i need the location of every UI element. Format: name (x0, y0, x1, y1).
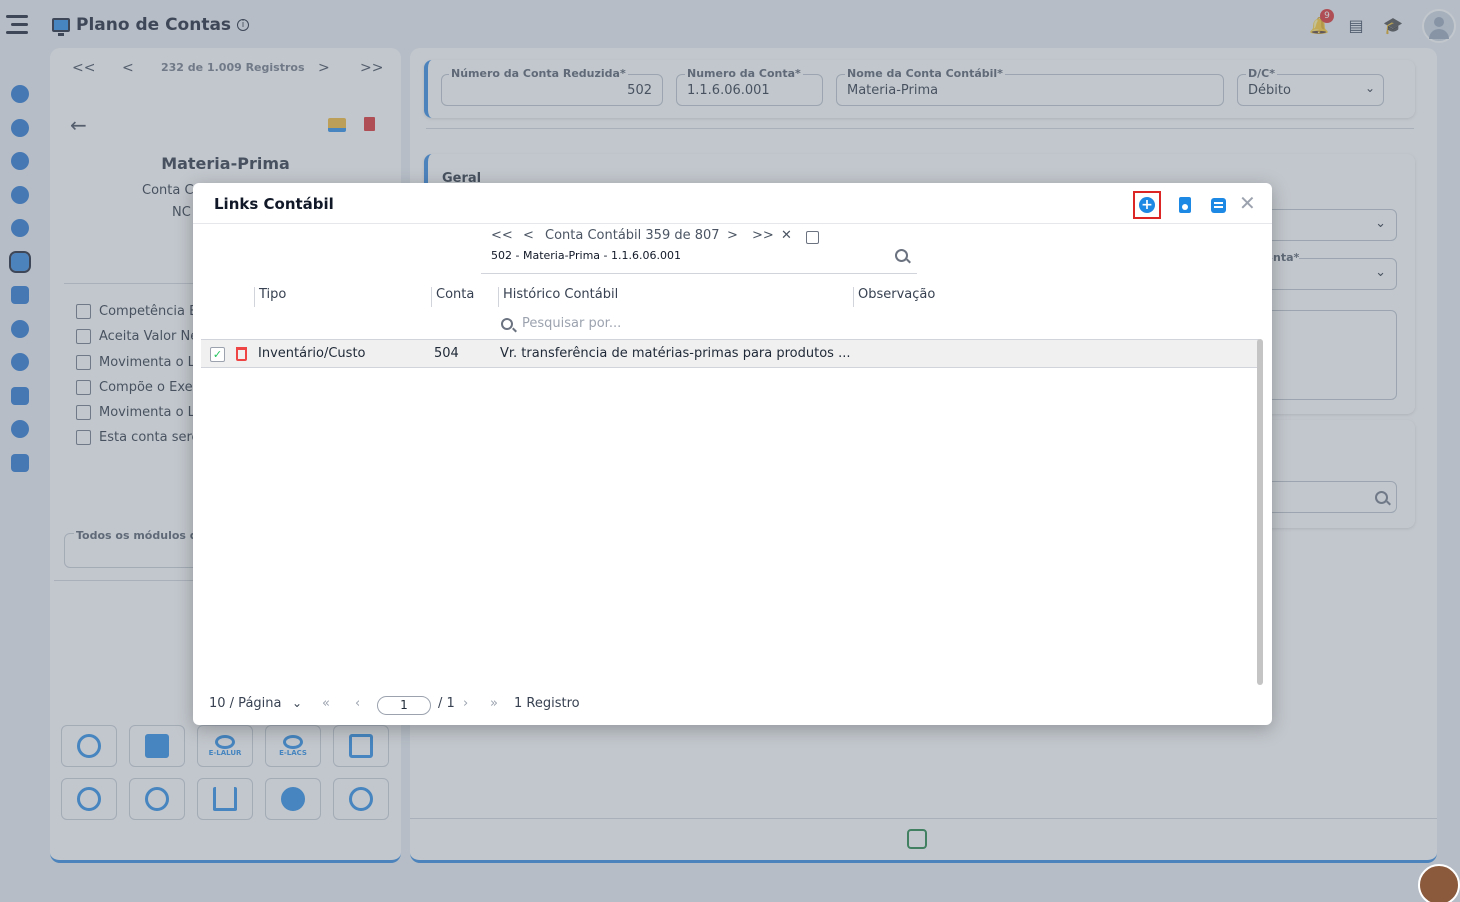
total-records: 1 Registro (514, 696, 580, 711)
cell-historico: Vr. transferência de matérias-primas par… (500, 346, 851, 361)
page-input[interactable]: 1 (377, 696, 431, 715)
close-icon[interactable]: ✕ (1239, 191, 1256, 215)
scroll-icon (1210, 197, 1226, 213)
pager-clear-button[interactable]: ✕ (781, 228, 792, 243)
scroll-button[interactable] (1204, 191, 1232, 219)
pager-label: Conta Contábil 359 de 807 (545, 228, 720, 243)
footer-last-button[interactable]: » (490, 696, 498, 711)
document-search-icon (1179, 197, 1191, 213)
pager-next-button[interactable]: > (727, 228, 738, 243)
pager-prev-button[interactable]: < (523, 228, 534, 243)
footer-prev-button[interactable]: ‹ (355, 696, 360, 711)
search-icon[interactable] (895, 249, 908, 262)
links-contabil-modal: Links Contábil + ✕ << < Conta Contábil 3… (193, 183, 1272, 725)
filter-input[interactable]: Pesquisar por... (522, 316, 621, 331)
add-button[interactable]: + (1133, 191, 1161, 219)
filter-search-icon (501, 318, 513, 330)
divider (481, 273, 917, 274)
trash-icon[interactable] (236, 347, 247, 361)
chevron-down-icon[interactable]: ⌄ (292, 696, 302, 710)
column-header-tipo[interactable]: Tipo (254, 287, 286, 307)
modal-title: Links Contábil (214, 195, 334, 213)
page-size-select[interactable]: 10 / Página (209, 696, 281, 711)
document-search-button[interactable] (1171, 191, 1199, 219)
footer-next-button[interactable]: › (463, 696, 468, 711)
cell-tipo: Inventário/Custo (258, 346, 366, 361)
pager-first-button[interactable]: << (491, 228, 513, 243)
vertical-scrollbar[interactable] (1257, 339, 1263, 685)
footer-first-button[interactable]: « (322, 696, 330, 711)
assistant-avatar[interactable] (1418, 864, 1460, 902)
column-header-conta[interactable]: Conta (431, 287, 474, 307)
row-checkbox[interactable]: ✓ (210, 347, 225, 362)
cell-conta: 504 (434, 346, 459, 361)
page-total: / 1 (438, 696, 455, 711)
table-row[interactable]: ✓ Inventário/Custo 504 Vr. transferência… (201, 339, 1259, 368)
pager-checkbox[interactable] (806, 231, 819, 244)
plus-circle-icon: + (1139, 197, 1155, 213)
divider (193, 223, 1272, 224)
account-breadcrumb: 502 - Materia-Prima - 1.1.6.06.001 (491, 249, 681, 262)
pager-last-button[interactable]: >> (752, 228, 774, 243)
column-header-observacao[interactable]: Observação (853, 287, 935, 307)
column-header-historico[interactable]: Histórico Contábil (498, 287, 618, 307)
